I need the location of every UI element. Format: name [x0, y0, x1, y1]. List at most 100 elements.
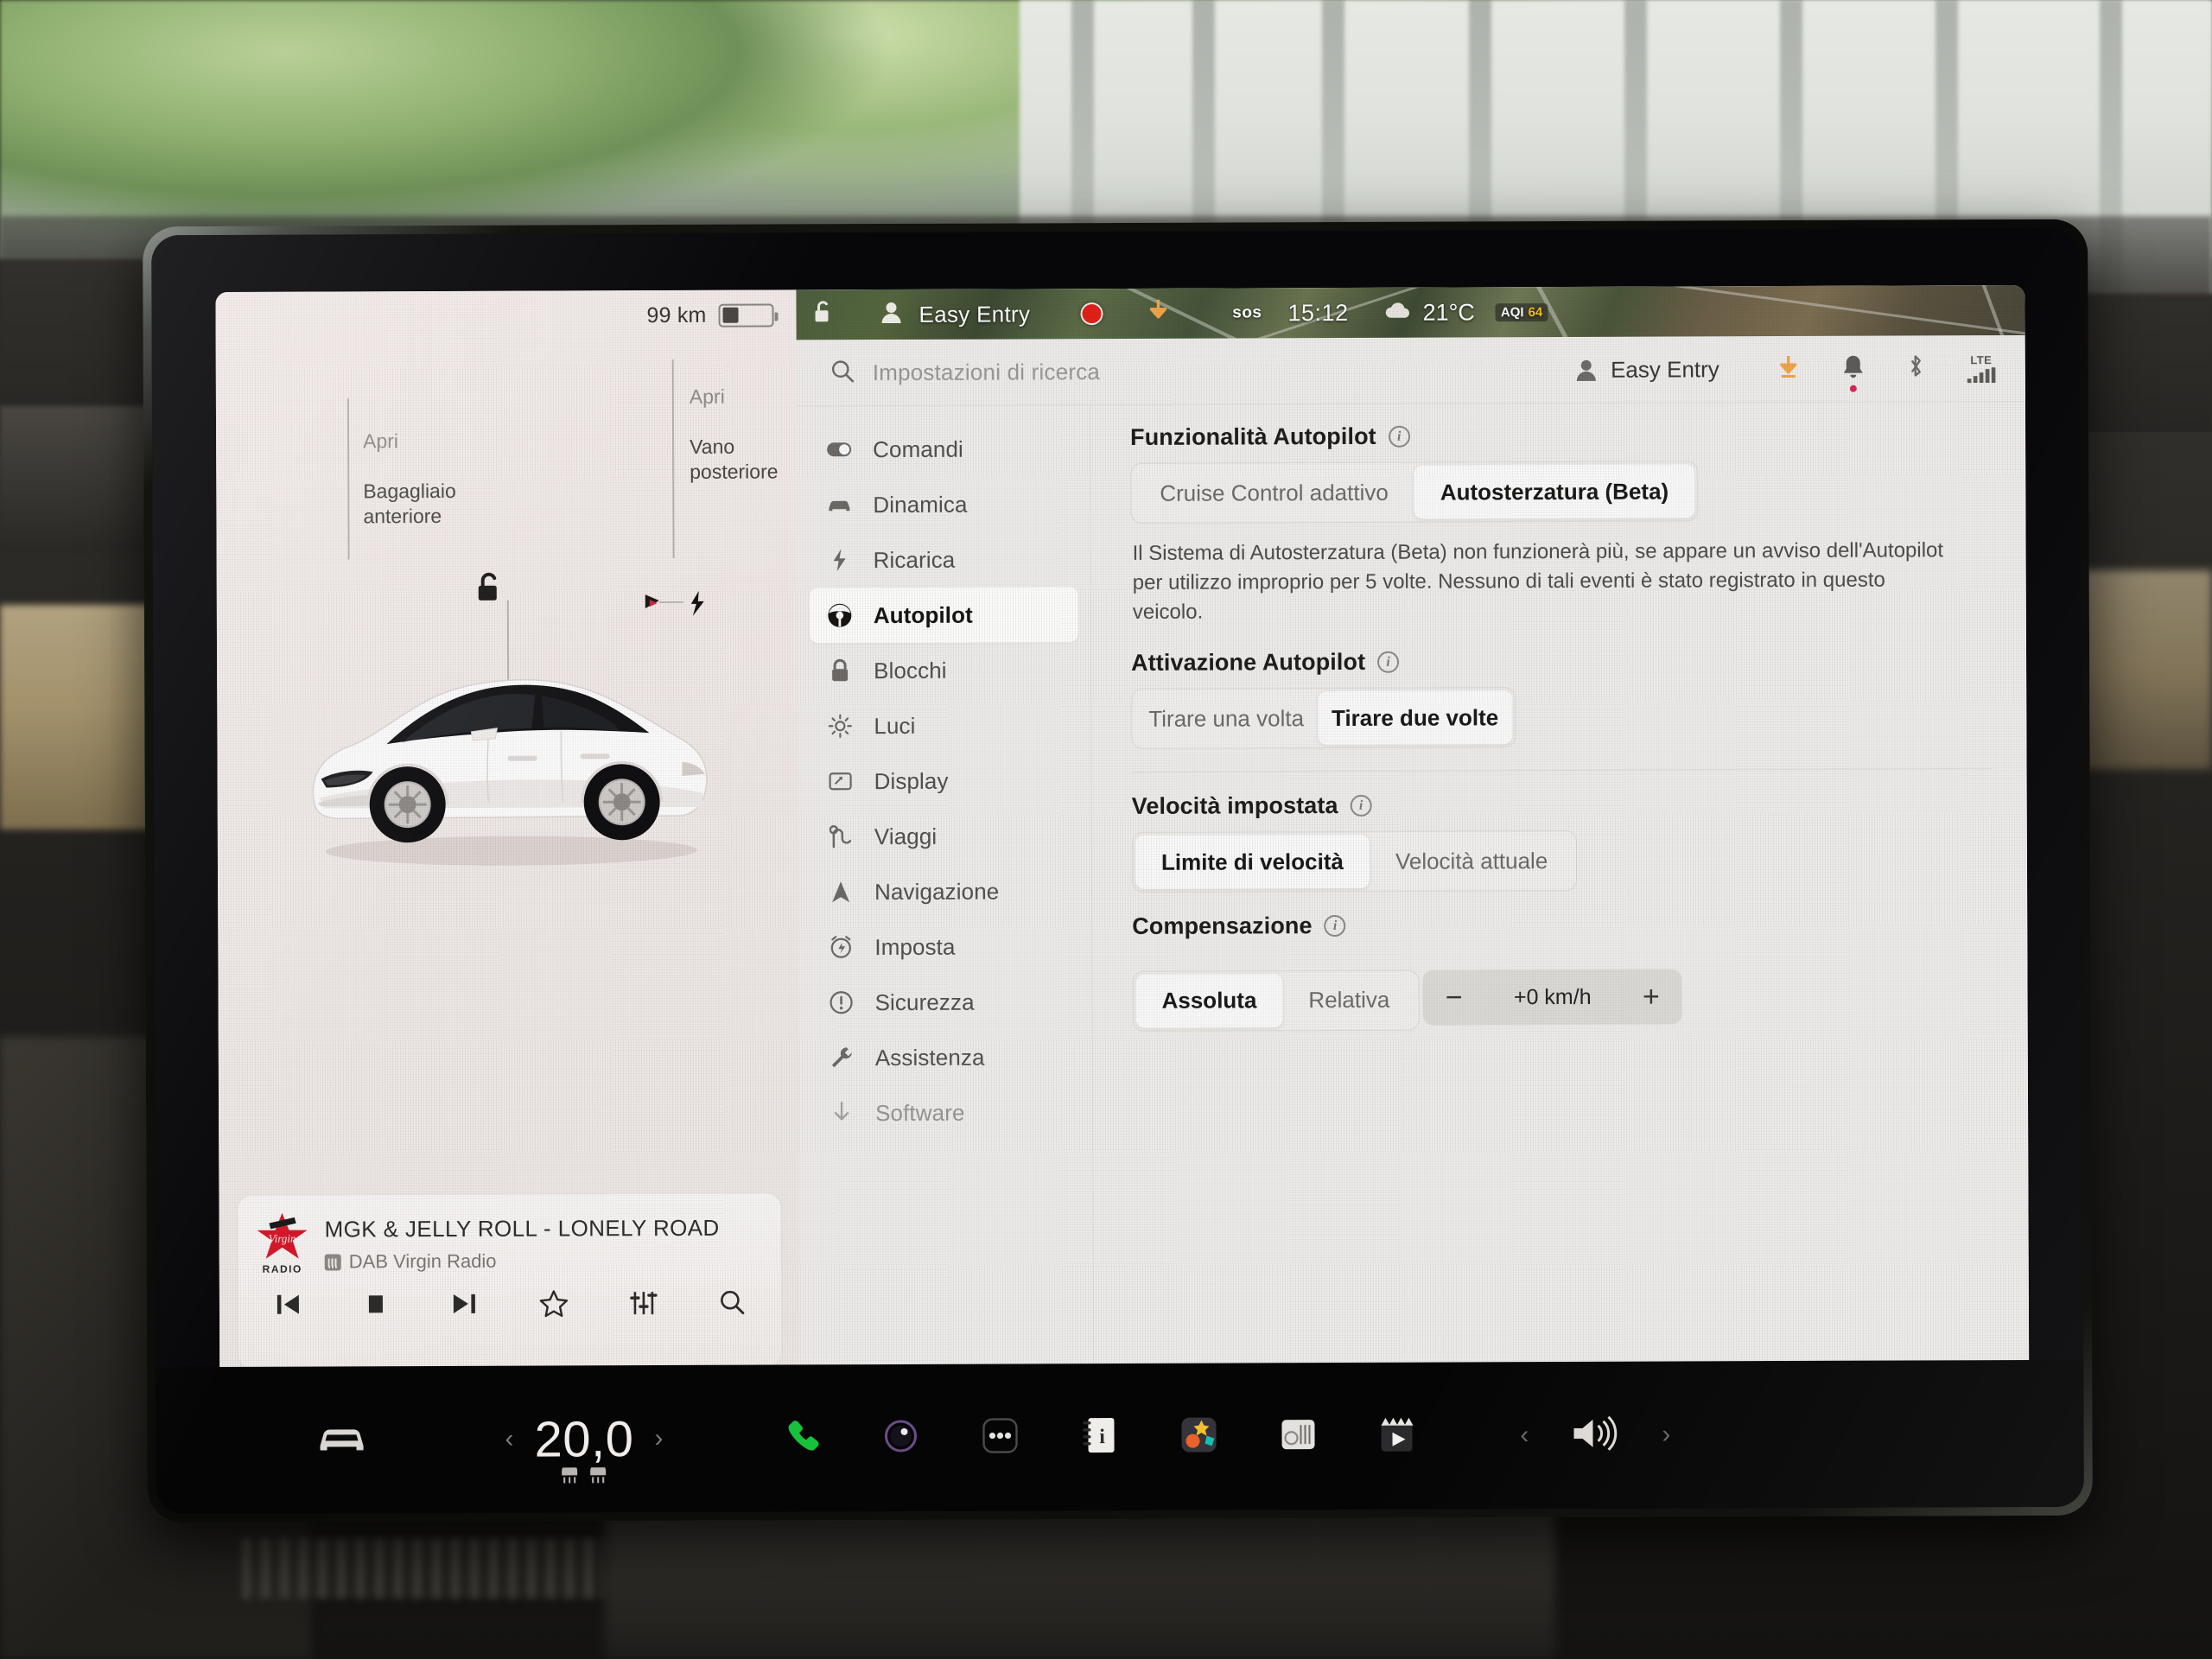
- seat-heater-icon: [590, 1466, 607, 1483]
- option-current-speed[interactable]: Velocità attuale: [1370, 834, 1574, 888]
- search-icon[interactable]: [717, 1288, 747, 1322]
- download-arrow-icon: [829, 1101, 855, 1125]
- section-title-set-speed: Velocità impostata i: [1132, 790, 1993, 820]
- sidebar-item-luci[interactable]: Luci: [810, 697, 1078, 753]
- profile-button[interactable]: Easy Entry: [1574, 356, 1719, 384]
- aqi-value: 64: [1528, 304, 1543, 320]
- car-front-icon: [826, 496, 852, 513]
- sidebar-item-sicurezza[interactable]: Sicurezza: [810, 974, 1079, 1030]
- tesla-ui-root: 99 km Apri Bagagliaio anteriore Apri Van…: [215, 284, 2030, 1384]
- battery-icon: [718, 303, 774, 327]
- connection-label: LTE: [1970, 353, 1993, 367]
- info-icon[interactable]: i: [1388, 425, 1410, 448]
- sidebar-item-display[interactable]: Display: [810, 753, 1078, 809]
- clock: 15:12: [1287, 299, 1349, 326]
- touchscreen-bezel: 99 km Apri Bagagliaio anteriore Apri Van…: [143, 219, 2093, 1523]
- search-input[interactable]: Impostazioni di ricerca: [873, 359, 1100, 386]
- sidebar-item-label: Sicurezza: [874, 988, 975, 1015]
- sidebar-item-autopilot[interactable]: Autopilot: [809, 587, 1078, 644]
- decrease-button[interactable]: −: [1446, 981, 1463, 1014]
- option-autosteer[interactable]: Autosterzatura (Beta): [1414, 464, 1695, 519]
- manual-app-icon[interactable]: i: [1079, 1414, 1119, 1459]
- option-single-pull[interactable]: Tirare una volta: [1135, 691, 1318, 746]
- speed-offset-stepper[interactable]: − +0 km/h +: [1422, 969, 1682, 1026]
- sidebar-item-blocchi[interactable]: Blocchi: [810, 642, 1078, 698]
- section-title-autopilot-features: Funzionalità Autopilot i: [1130, 421, 1991, 451]
- section-title-offset: Compensazione i: [1132, 910, 1993, 940]
- info-icon[interactable]: i: [1324, 914, 1346, 938]
- cabin-temperature[interactable]: 20,0: [534, 1410, 634, 1483]
- media-source: DAB Virgin Radio: [324, 1249, 720, 1274]
- option-speed-limit[interactable]: Limite di velocità: [1135, 834, 1370, 889]
- offset-segmented-control[interactable]: Assoluta Relativa: [1132, 969, 1420, 1032]
- sidebar-item-comandi[interactable]: Comandi: [809, 421, 1077, 477]
- phone-app-icon[interactable]: [782, 1416, 822, 1460]
- autopilot-features-segmented-control[interactable]: Cruise Control adattivo Autosterzatura (…: [1130, 461, 1699, 524]
- aqi-badge[interactable]: AQI 64: [1495, 302, 1548, 321]
- chevron-right-icon[interactable]: ›: [654, 1424, 663, 1453]
- star-outline-icon[interactable]: [538, 1287, 569, 1323]
- status-profile-name[interactable]: Easy Entry: [918, 301, 1030, 327]
- equalizer-icon[interactable]: [628, 1288, 658, 1322]
- chevron-right-icon[interactable]: ›: [1662, 1421, 1670, 1450]
- download-arrow-icon[interactable]: [1146, 297, 1170, 329]
- sidebar-item-assistenza[interactable]: Assistenza: [811, 1029, 1080, 1085]
- chevron-left-icon[interactable]: ‹: [505, 1425, 513, 1454]
- unlocked-padlock-icon[interactable]: [811, 299, 834, 331]
- option-double-pull[interactable]: Tirare due volte: [1317, 690, 1513, 746]
- frunk-label[interactable]: Apri Bagagliaio anteriore: [363, 404, 456, 529]
- trunk-label[interactable]: Apri Vano posteriore: [690, 359, 779, 485]
- chevron-left-icon[interactable]: ‹: [1520, 1421, 1529, 1450]
- stop-icon[interactable]: [361, 1289, 391, 1323]
- source-label: DAB Virgin Radio: [348, 1249, 497, 1273]
- media-player-card[interactable]: Virgin RADIO MGK & JELLY ROLL - LONELY R…: [238, 1193, 782, 1369]
- set-speed-segmented-control[interactable]: Limite di velocità Velocità attuale: [1131, 830, 1578, 893]
- volume-control: ‹ ›: [1520, 1414, 1670, 1457]
- tesla-model-3-white[interactable]: [276, 624, 743, 885]
- option-cruise-control[interactable]: Cruise Control adattivo: [1134, 466, 1414, 520]
- notification-bell-icon[interactable]: [1842, 353, 1865, 392]
- sidebar-item-imposta[interactable]: Imposta: [810, 918, 1079, 975]
- divider: [1131, 768, 1993, 772]
- trunk-name: Vano posteriore: [690, 435, 779, 483]
- sidebar-item-label: Blocchi: [874, 657, 947, 683]
- section-title-autopilot-activation: Attivazione Autopilot i: [1131, 646, 1992, 677]
- info-icon[interactable]: i: [1377, 651, 1400, 673]
- status-bar: Easy Entry sos 15:12 21°C AQI 64: [796, 285, 2024, 340]
- signal-bars-icon[interactable]: LTE: [1967, 353, 1996, 384]
- radio-app-icon[interactable]: [1278, 1414, 1318, 1459]
- autopilot-activation-segmented-control[interactable]: Tirare una volta Tirare due volte: [1131, 687, 1516, 749]
- more-apps-icon[interactable]: [979, 1414, 1020, 1460]
- skip-previous-icon[interactable]: [273, 1290, 302, 1324]
- increase-button[interactable]: +: [1643, 981, 1660, 1014]
- sentry-record-icon[interactable]: [1080, 302, 1103, 326]
- option-absolute[interactable]: Assoluta: [1135, 973, 1283, 1028]
- sidebar-item-dinamica[interactable]: Dinamica: [809, 476, 1077, 532]
- search-icon[interactable]: [830, 358, 855, 388]
- map-status-strip[interactable]: Easy Entry sos 15:12 21°C AQI 64: [796, 284, 2025, 340]
- sidebar-item-ricarica[interactable]: Ricarica: [809, 531, 1077, 588]
- camera-app-icon[interactable]: [880, 1415, 920, 1459]
- theater-app-icon[interactable]: [1376, 1414, 1416, 1458]
- speaker-icon[interactable]: [1570, 1414, 1620, 1456]
- sidebar-item-software[interactable]: Software: [811, 1084, 1080, 1141]
- info-icon[interactable]: i: [1350, 794, 1372, 817]
- console-vent: [242, 1538, 605, 1599]
- climate-control[interactable]: ‹ 20,0 ›: [505, 1410, 663, 1483]
- sos-button[interactable]: sos: [1232, 303, 1262, 322]
- unlocked-padlock-icon[interactable]: [474, 571, 504, 610]
- display-icon: [828, 771, 854, 791]
- skip-next-icon[interactable]: [450, 1289, 480, 1323]
- sidebar-item-viaggi[interactable]: Viaggi: [810, 808, 1079, 864]
- charge-port-icon[interactable]: [644, 589, 718, 623]
- section-label: Attivazione Autopilot: [1131, 648, 1366, 676]
- toybox-app-icon[interactable]: [1178, 1414, 1219, 1459]
- option-relative[interactable]: Relativa: [1282, 973, 1415, 1027]
- car-front-icon[interactable]: [316, 1421, 366, 1459]
- person-icon[interactable]: [879, 299, 903, 329]
- sun-icon: [827, 714, 853, 738]
- settings-nav[interactable]: Comandi Dinamica Ricarica Autopilot Bloc…: [796, 405, 1095, 1382]
- sidebar-item-navigazione[interactable]: Navigazione: [810, 863, 1079, 919]
- software-download-icon[interactable]: [1777, 353, 1801, 384]
- bluetooth-icon[interactable]: [1906, 353, 1925, 385]
